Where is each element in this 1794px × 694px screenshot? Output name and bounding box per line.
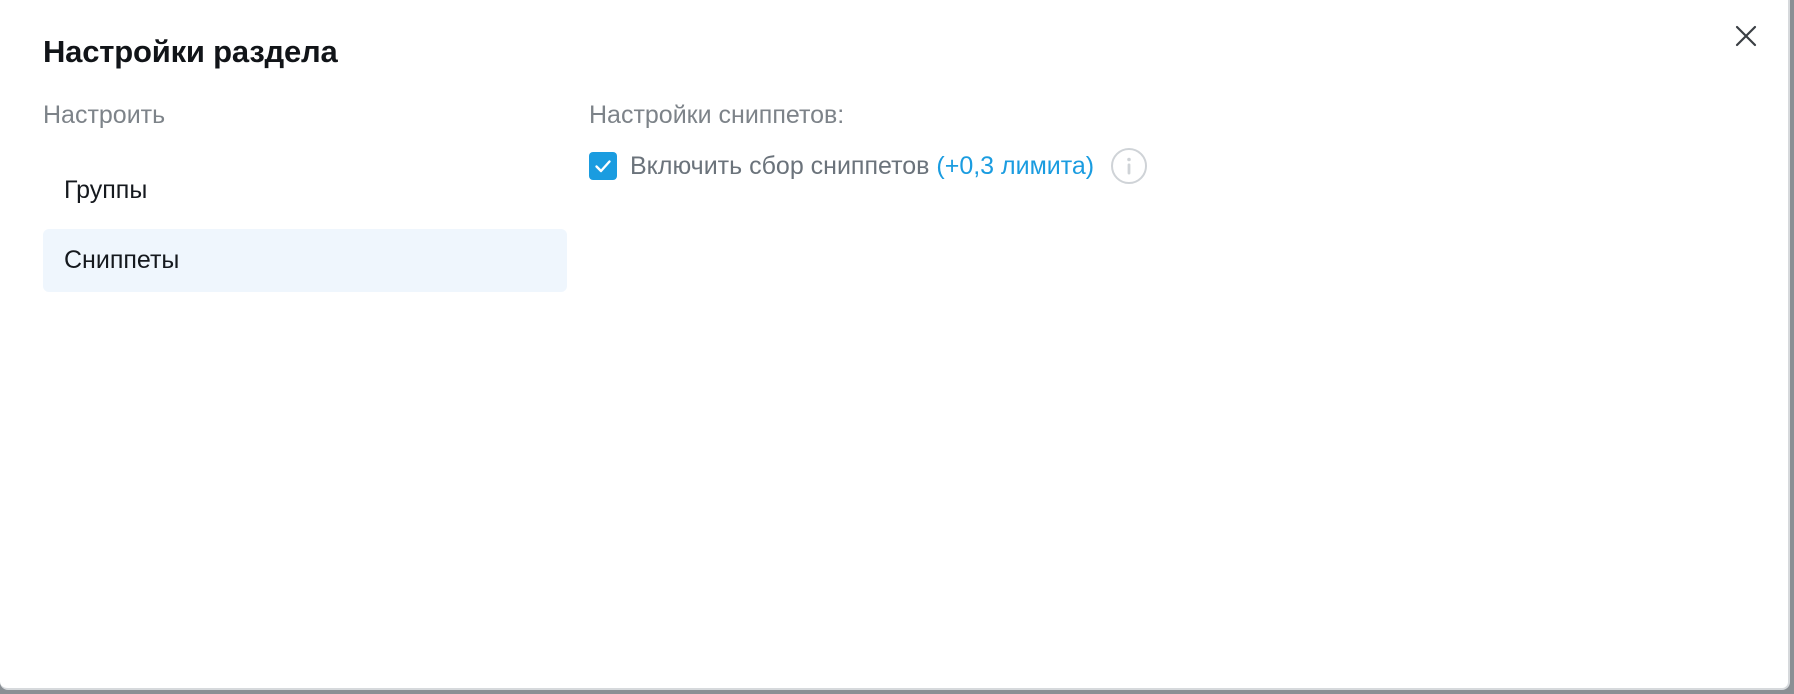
snippets-collection-checkbox[interactable] [589,152,617,180]
close-button[interactable] [1732,22,1760,50]
sidebar-item-snippets[interactable]: Сниппеты [43,229,567,292]
snippets-collection-label[interactable]: Включить сбор сниппетов (+0,3 лимита) [630,152,1094,181]
check-icon [595,160,611,173]
sidebar-item-label: Сниппеты [64,246,180,274]
info-button[interactable] [1110,147,1148,185]
section-settings-modal: Настройки раздела Настроить Группы Снипп… [0,0,1790,690]
limit-cost-text: (+0,3 лимита) [936,151,1095,180]
sidebar-label: Настроить [43,101,166,129]
sidebar-item-label: Группы [64,176,148,204]
snippets-collection-option: Включить сбор сниппетов (+0,3 лимита) [589,146,1148,186]
close-icon [1735,25,1757,47]
sidebar-menu: Группы Сниппеты [43,159,567,299]
snippets-settings-heading: Настройки сниппетов: [589,101,845,129]
sidebar-item-groups[interactable]: Группы [43,159,567,222]
option-label-text: Включить сбор сниппетов [630,151,930,180]
modal-title: Настройки раздела [43,34,338,69]
info-icon [1111,148,1148,184]
